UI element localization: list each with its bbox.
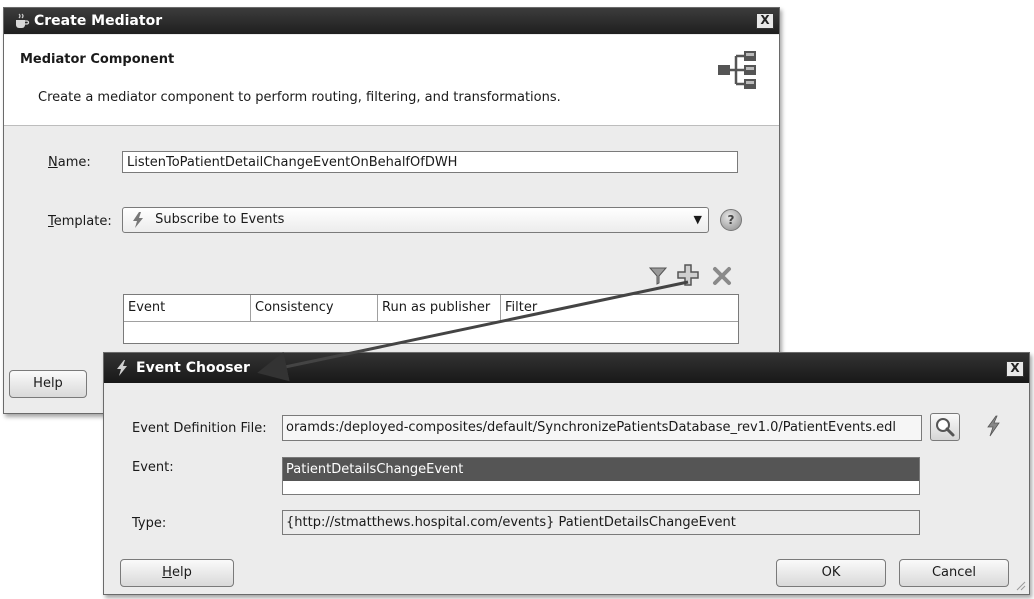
help-circle-icon[interactable]: ?	[720, 209, 742, 231]
name-label: Name:	[48, 155, 91, 170]
lightning-icon	[129, 211, 147, 229]
header-description: Create a mediator component to perform r…	[38, 90, 561, 105]
ok-button[interactable]: OK	[776, 559, 886, 587]
create-mediator-title: Create Mediator	[34, 13, 163, 29]
events-table: Event Consistency Run as publisher Filte…	[123, 294, 739, 344]
type-label: Type:	[132, 516, 167, 531]
search-icon[interactable]	[930, 413, 960, 441]
column-header-event[interactable]: Event	[124, 295, 251, 321]
plus-icon[interactable]	[676, 263, 700, 291]
resize-grip-icon[interactable]	[1014, 579, 1026, 595]
edf-field[interactable]: oramds:/deployed-composites/default/Sync…	[282, 415, 922, 441]
event-chooser-dialog: Event Chooser X Event Definition File: o…	[103, 352, 1030, 595]
column-header-consistency[interactable]: Consistency	[251, 295, 378, 321]
event-chooser-titlebar: Event Chooser	[104, 353, 1029, 383]
java-cup-icon	[12, 12, 30, 30]
name-field[interactable]: ListenToPatientDetailChangeEventOnBehalf…	[122, 151, 738, 173]
lightning-icon	[114, 359, 130, 377]
header-title: Mediator Component	[20, 52, 175, 67]
chevron-down-icon: ▼	[693, 213, 702, 226]
column-header-filter[interactable]: Filter	[501, 295, 738, 321]
help-button[interactable]: Help	[9, 370, 87, 398]
event-chooser-close-button[interactable]: X	[1006, 361, 1024, 377]
help-button[interactable]: Help	[120, 559, 234, 587]
type-field: {http://stmatthews.hospital.com/events} …	[282, 510, 920, 535]
edf-label: Event Definition File:	[132, 421, 267, 436]
template-select[interactable]: Subscribe to Events ▼	[122, 207, 709, 233]
filter-icon[interactable]	[648, 266, 668, 290]
list-item[interactable]: PatientDetailsChangeEvent	[283, 458, 919, 481]
template-label: Template:	[48, 214, 112, 229]
column-header-run-as-publisher[interactable]: Run as publisher	[378, 295, 501, 321]
cancel-button[interactable]: Cancel	[899, 559, 1009, 587]
create-mediator-close-button[interactable]: X	[756, 13, 774, 29]
create-mediator-titlebar: Create Mediator	[4, 8, 779, 34]
table-header: Event Consistency Run as publisher Filte…	[124, 295, 738, 322]
mediator-header: Mediator Component Create a mediator com…	[4, 35, 779, 126]
lightning-icon[interactable]	[984, 415, 1002, 441]
event-label: Event:	[132, 460, 174, 475]
mediator-tree-icon	[716, 48, 760, 96]
event-list[interactable]: PatientDetailsChangeEvent	[282, 457, 920, 495]
template-value: Subscribe to Events	[155, 212, 285, 227]
x-icon[interactable]	[712, 266, 732, 290]
event-chooser-title: Event Chooser	[136, 360, 250, 376]
